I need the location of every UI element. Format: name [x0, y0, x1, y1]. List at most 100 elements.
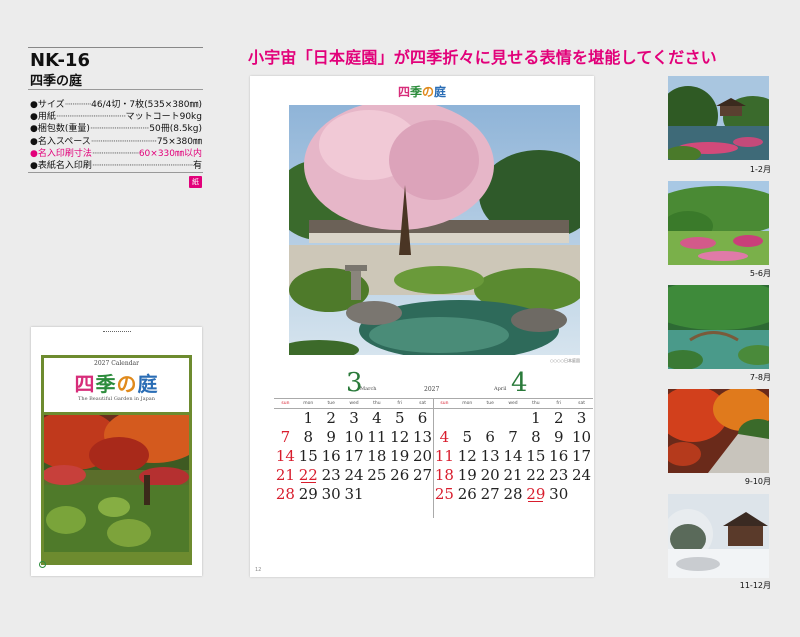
calendar-page: 四季の庭 ○○○○日本庭園 3 March 2027 sun mon tue w…: [250, 76, 594, 577]
thumb-nov-dec: [668, 494, 769, 578]
cover-logo-icon: [39, 561, 46, 568]
weekday-sat: sat: [578, 401, 586, 406]
calendar-day: 27: [413, 466, 433, 484]
calendar-day: 1: [303, 409, 314, 427]
spec-size: ●サイズ46/4切・7枚(535×380㎜): [30, 99, 202, 111]
weekday-sun: sun: [281, 401, 290, 406]
calendar-day: 23: [549, 466, 569, 484]
calendar-day: 24: [344, 466, 364, 484]
month-number: 3: [346, 368, 363, 398]
calendar-day: 28: [275, 485, 295, 503]
month-name: April: [494, 386, 507, 392]
calendar-day: 3: [576, 409, 587, 427]
calendar-day: 9: [326, 428, 336, 446]
weekday-tue: tue: [327, 401, 335, 406]
thumb-label-sep-oct: 9-10月: [744, 477, 771, 486]
spec-print-size: ●名入印刷寸法60×330㎜以内: [30, 148, 202, 160]
calendar-day: 23: [321, 466, 341, 484]
paper-badge: 紙: [189, 176, 202, 188]
calendar-day: 17: [572, 447, 592, 465]
cover-year: 2027 Calendar: [94, 360, 139, 367]
calendar-day: 13: [413, 428, 433, 446]
cover-subtitle: The Beautiful Garden in Japan: [78, 396, 155, 402]
calendar-day: 21: [275, 466, 295, 484]
thumb-label-nov-dec: 11-12月: [739, 581, 771, 590]
day-grid: 1 2 3 4 5 6 7 8 9 10 11 12 13 14 15 16 17 18 19 20 21 22 23 24 2…: [433, 409, 593, 504]
weekday-thu: thu: [373, 401, 381, 406]
calendar-day: 31: [344, 485, 364, 503]
calendar-day: 4: [372, 409, 382, 427]
spec-paper: ●用紙マットコート90kg: [30, 111, 202, 123]
month-april: April 4 sun mon tue wed thu fri sat 1234567891…: [433, 368, 593, 504]
calendar-day: 8: [303, 428, 314, 446]
thumb-jul-aug: [668, 285, 769, 369]
calendar-day: 24: [572, 466, 592, 484]
calendar-day: 27: [480, 485, 500, 503]
hanger-ring: [103, 331, 131, 334]
calendar-day: 5: [462, 428, 473, 446]
calendar-day: 18: [434, 466, 454, 484]
calendar-day: 6: [417, 409, 428, 427]
cover-garden-photo: [44, 415, 189, 552]
spec-divider: [28, 172, 203, 173]
calendar-day: 13: [480, 447, 500, 465]
name-divider: [28, 89, 203, 90]
calendar-day: 19: [457, 466, 477, 484]
calendar-day: 30: [321, 485, 341, 503]
product-name: 四季の庭: [30, 74, 83, 89]
cover-title-area: 2027 Calendar 四季の庭 The Beautiful Garden …: [44, 358, 189, 412]
page-title: 四季の庭: [397, 85, 447, 99]
calendar-day: 21: [503, 466, 523, 484]
calendar-day: 10: [572, 428, 592, 446]
calendar-day: 4: [439, 428, 450, 446]
calendar-day: 2: [326, 409, 336, 427]
calendar-day: 17: [344, 447, 364, 465]
calendar-day: 26: [390, 466, 410, 484]
month-number: 4: [511, 368, 528, 398]
calendar-day: 26: [457, 485, 477, 503]
calendar-day: 3: [349, 409, 359, 427]
thumb-label-jul-aug: 7-8月: [749, 373, 771, 382]
calendar-day: 18: [367, 447, 387, 465]
weekday-wed: wed: [508, 401, 518, 406]
calendar-day: 15: [298, 447, 318, 465]
calendar-day: 25: [367, 466, 387, 484]
calendar-day: 22: [526, 466, 546, 484]
month-march: 3 March 2027 sun mon tue wed thu fri sat 12345…: [274, 368, 439, 504]
calendar-day: 7: [280, 428, 291, 446]
calendar-day: 5: [394, 409, 405, 427]
calendar-day: 2: [553, 409, 564, 427]
calendar-day: 12: [390, 428, 410, 446]
calendar-day: 14: [275, 447, 295, 465]
month-name: March: [360, 386, 377, 392]
calendar-day: 12: [457, 447, 477, 465]
garden-photo: [289, 105, 580, 355]
weekday-mon: mon: [303, 401, 314, 406]
calendar-day: 25: [434, 485, 454, 503]
thumb-jan-feb: [668, 76, 769, 160]
thumb-label-may-jun: 5-6月: [749, 269, 771, 278]
calendar-day: 6: [485, 428, 495, 446]
weekday-sat: sat: [419, 401, 427, 406]
calendar-day: 9: [553, 428, 564, 446]
calendar-day: 16: [549, 447, 569, 465]
weekday-wed: wed: [349, 401, 359, 406]
calendar-day: 29: [298, 485, 318, 503]
weekday-header: sun mon tue wed thu fri sat: [274, 399, 434, 409]
weekday-tue: tue: [486, 401, 494, 406]
calendar-day: 28: [503, 485, 523, 503]
weekday-mon: mon: [462, 401, 473, 406]
calendar-day: 15: [526, 447, 546, 465]
calendar-day: 16: [321, 447, 341, 465]
calendar-day: 7: [508, 428, 518, 446]
cover-thumbnail: 2027 Calendar 四季の庭 The Beautiful Garden …: [31, 327, 202, 576]
calendar-day: 29: [526, 485, 546, 503]
calendar-day: 20: [480, 466, 500, 484]
calendar-day: 1: [531, 409, 541, 427]
calendar-day: 10: [344, 428, 364, 446]
calendar-day: 20: [413, 447, 433, 465]
spec-list: ●サイズ46/4切・7枚(535×380㎜) ●用紙マットコート90kg ●梱包…: [30, 99, 202, 172]
weekday-sun: sun: [440, 401, 449, 406]
day-grid: 1 2 3 4 5 6 7 8 9 10 11 12 13 14 15 16 17 18 19 20 21 22 23 24 2…: [274, 409, 434, 504]
calendar-day: 8: [531, 428, 541, 446]
